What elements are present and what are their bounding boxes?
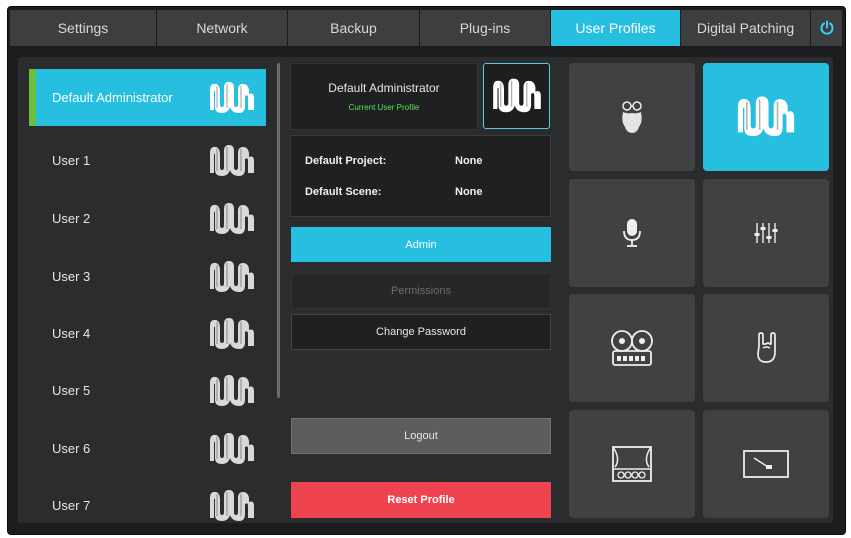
presonus-logo-icon bbox=[210, 260, 254, 292]
profile-defaults: Default Project: None Default Scene: Non… bbox=[290, 135, 551, 217]
bearded-face-icon bbox=[622, 101, 642, 133]
user-name: User 3 bbox=[52, 269, 91, 284]
user-item-user-7[interactable]: User 7 bbox=[29, 477, 266, 534]
tab-plug-ins[interactable]: Plug-ins bbox=[420, 10, 551, 46]
user-name: User 7 bbox=[52, 498, 91, 513]
user-item-user-3[interactable]: User 3 bbox=[29, 248, 266, 305]
current-profile-header: Default Administrator Current User Profi… bbox=[290, 63, 478, 130]
rock-hand-icon bbox=[757, 332, 776, 363]
user-name: User 5 bbox=[52, 383, 91, 398]
profile-name: Default Administrator bbox=[328, 81, 440, 95]
user-name: Default Administrator bbox=[52, 90, 173, 105]
avatar-tile-stage[interactable] bbox=[569, 410, 695, 518]
user-name: User 2 bbox=[52, 211, 91, 226]
default-scene-label: Default Scene: bbox=[305, 186, 382, 198]
presonus-logo-icon bbox=[210, 432, 254, 464]
user-item-user-2[interactable]: User 2 bbox=[29, 190, 266, 247]
logout-button[interactable]: Logout bbox=[291, 418, 551, 454]
tab-digital-patching[interactable]: Digital Patching bbox=[681, 10, 811, 46]
change-password-button[interactable]: Change Password bbox=[291, 314, 551, 350]
default-scene-value: None bbox=[455, 186, 483, 198]
tab-user-profiles[interactable]: User Profiles bbox=[551, 10, 681, 46]
presonus-logo-icon bbox=[210, 81, 254, 113]
power-button[interactable] bbox=[811, 10, 842, 46]
avatar-tile-rock-hand[interactable] bbox=[703, 294, 829, 402]
presonus-logo-icon bbox=[737, 96, 795, 137]
presonus-logo-icon bbox=[210, 489, 254, 521]
reset-profile-button[interactable]: Reset Profile bbox=[291, 482, 551, 518]
user-item-user-5[interactable]: User 5 bbox=[29, 362, 266, 419]
default-project-label: Default Project: bbox=[305, 155, 387, 167]
faders-icon bbox=[754, 223, 778, 243]
presonus-logo-icon bbox=[210, 144, 254, 176]
microphone-icon bbox=[623, 219, 641, 247]
user-name: User 1 bbox=[52, 153, 91, 168]
user-item-user-4[interactable]: User 4 bbox=[29, 305, 266, 362]
presonus-logo-icon bbox=[210, 202, 254, 234]
tab-settings[interactable]: Settings bbox=[10, 10, 157, 46]
user-name: User 6 bbox=[52, 441, 91, 456]
user-list-scrollbar[interactable] bbox=[277, 63, 280, 398]
default-project-row: Default Project: None bbox=[305, 155, 540, 167]
stage-icon bbox=[612, 446, 652, 482]
user-item-user-6[interactable]: User 6 bbox=[29, 420, 266, 477]
app-window: Settings Network Backup Plug-ins User Pr… bbox=[7, 6, 846, 535]
tab-network[interactable]: Network bbox=[157, 10, 288, 46]
user-profiles-panel: Default Administrator User 1 User 2 User… bbox=[18, 57, 833, 523]
avatar-tile-reel-to-reel[interactable] bbox=[569, 294, 695, 402]
presonus-logo-icon bbox=[210, 317, 254, 349]
default-project-value: None bbox=[455, 155, 483, 167]
user-name: User 4 bbox=[52, 326, 91, 341]
user-item-default-administrator[interactable]: Default Administrator bbox=[29, 69, 266, 126]
default-scene-row: Default Scene: None bbox=[305, 186, 540, 198]
presonus-logo-icon bbox=[210, 374, 254, 406]
reel-to-reel-icon bbox=[611, 330, 653, 366]
tab-backup[interactable]: Backup bbox=[288, 10, 420, 46]
avatar-tile-turntable[interactable] bbox=[703, 410, 829, 518]
avatar-tile-presonus-logo[interactable] bbox=[703, 63, 829, 171]
avatar-tile-microphone[interactable] bbox=[569, 179, 695, 287]
current-profile-label: Current User Profile bbox=[348, 103, 420, 112]
user-list: Default Administrator User 1 User 2 User… bbox=[29, 63, 280, 523]
avatar-tile-bearded-face[interactable] bbox=[569, 63, 695, 171]
turntable-icon bbox=[743, 450, 789, 478]
avatar-tile-faders[interactable] bbox=[703, 179, 829, 287]
presonus-logo-icon bbox=[492, 78, 541, 113]
permissions-button[interactable]: Permissions bbox=[291, 273, 551, 309]
tab-bar: Settings Network Backup Plug-ins User Pr… bbox=[10, 10, 843, 46]
power-icon bbox=[820, 20, 833, 35]
admin-button[interactable]: Admin bbox=[291, 227, 551, 262]
user-item-user-1[interactable]: User 1 bbox=[29, 132, 266, 189]
profile-avatar[interactable] bbox=[483, 63, 550, 129]
